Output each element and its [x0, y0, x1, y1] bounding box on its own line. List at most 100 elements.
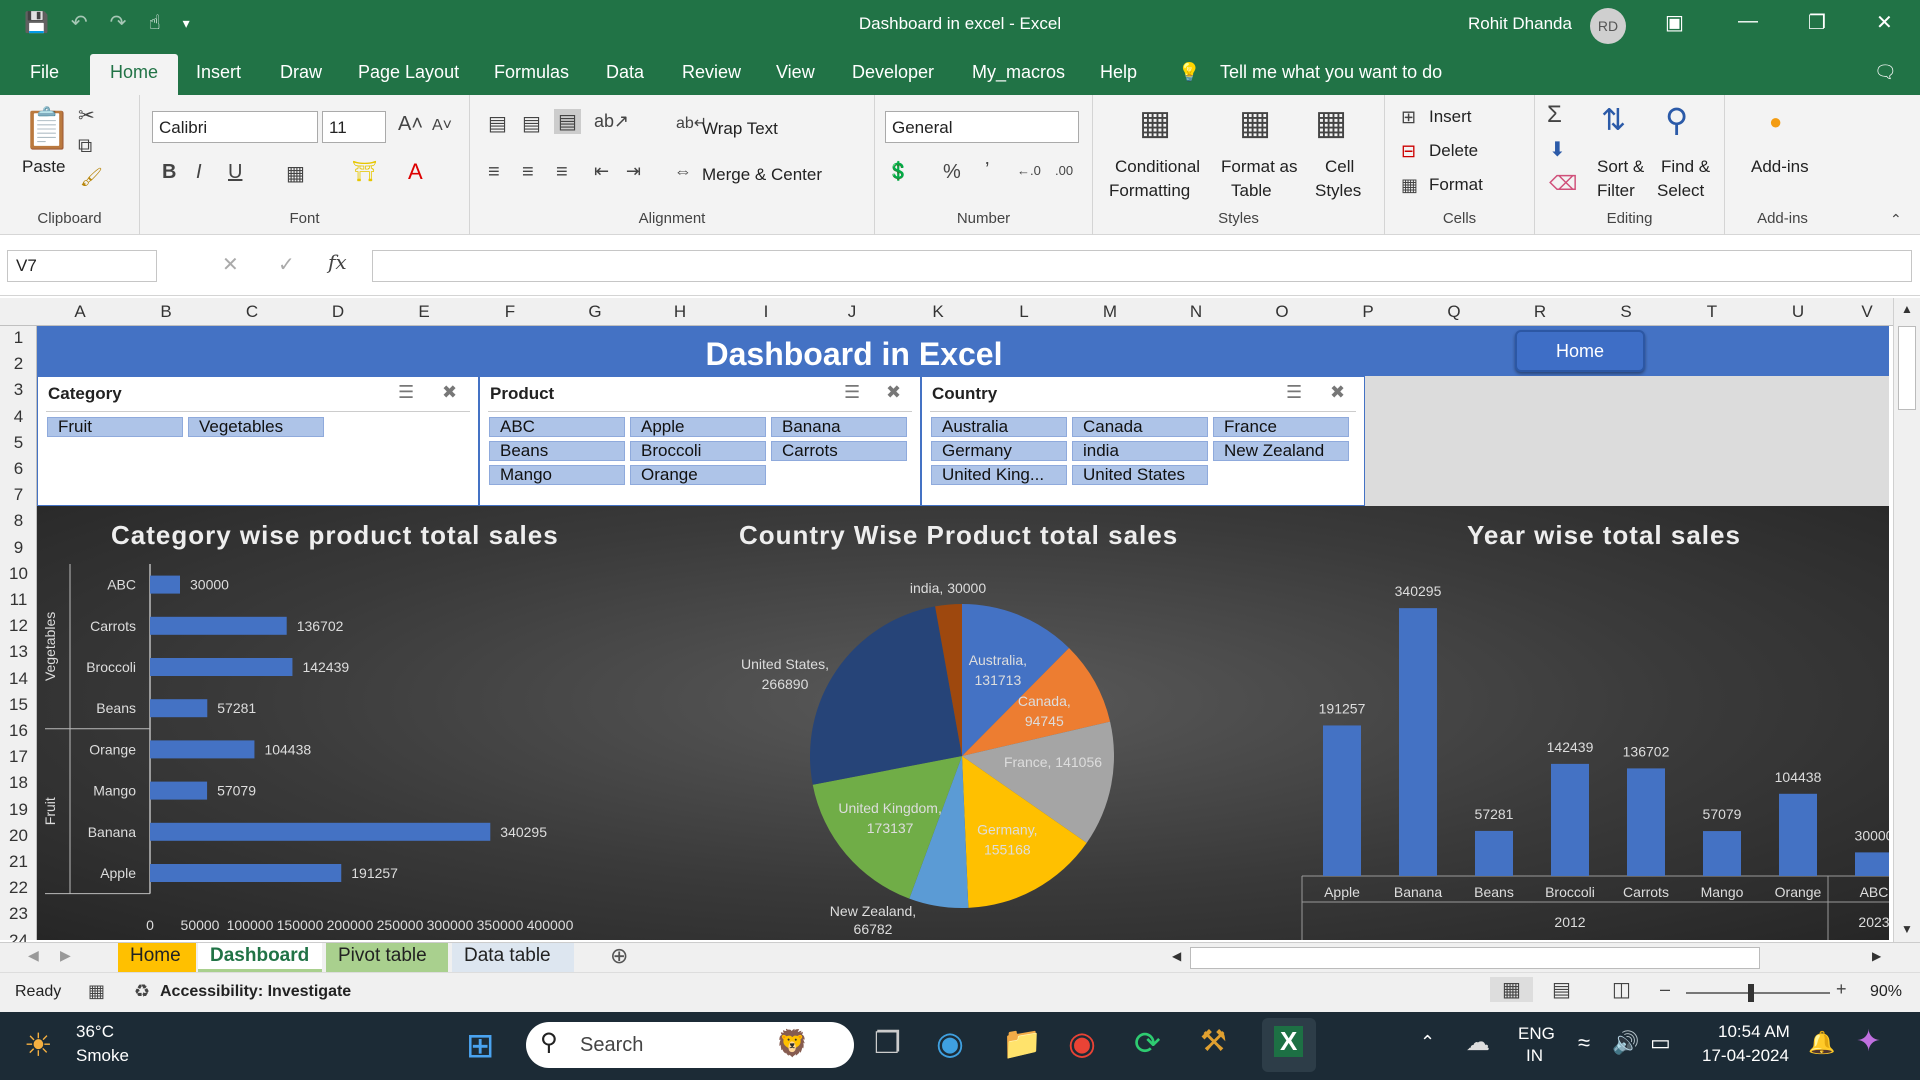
battery-icon[interactable]: ▭ [1650, 1030, 1671, 1056]
align-right-icon[interactable]: ≡ [556, 161, 568, 184]
decrease-decimal-icon[interactable]: .00 [1055, 163, 1073, 178]
sheet-tab-dashboard[interactable]: Dashboard [198, 943, 322, 972]
file-explorer-icon[interactable]: 📁 [1002, 1024, 1042, 1062]
row-header-16[interactable]: 16 [0, 721, 37, 741]
slicer-item[interactable]: New Zealand [1213, 441, 1349, 461]
wifi-icon[interactable]: ≈ [1578, 1030, 1590, 1056]
row-header-13[interactable]: 13 [0, 642, 37, 662]
cell-styles-button[interactable]: Cell [1325, 157, 1354, 177]
row-header-5[interactable]: 5 [0, 433, 37, 453]
paste-button[interactable]: Paste [22, 157, 65, 177]
tab-file[interactable]: File [30, 62, 59, 83]
normal-view-icon[interactable]: ▦ [1490, 977, 1533, 1002]
row-header-1[interactable]: 1 [0, 328, 37, 348]
row-header-17[interactable]: 17 [0, 747, 37, 767]
slicer-item[interactable]: Mango [489, 465, 625, 485]
format-as-table-button-line2[interactable]: Table [1231, 181, 1272, 201]
borders-icon[interactable]: ▦ [286, 161, 305, 186]
copilot-icon[interactable]: ✦ [1856, 1024, 1881, 1059]
slicer-item[interactable]: Germany [931, 441, 1067, 461]
delete-cells-button[interactable]: Delete [1429, 141, 1478, 161]
slicer-item[interactable]: ABC [489, 417, 625, 437]
increase-decimal-icon[interactable]: ←.0 [1017, 163, 1041, 178]
conditional-formatting-button[interactable]: Conditional [1115, 157, 1200, 177]
zoom-in-icon[interactable]: + [1836, 979, 1847, 1000]
slicer-item[interactable]: Beans [489, 441, 625, 461]
lang-eng[interactable]: ENG [1518, 1024, 1555, 1044]
font-color-icon[interactable]: A [408, 159, 423, 185]
slicer-item[interactable]: France [1213, 417, 1349, 437]
taskbar-search[interactable]: ⚲ Search 🦁 [526, 1022, 854, 1068]
column-header-o[interactable]: O [1239, 302, 1325, 322]
row-header-22[interactable]: 22 [0, 878, 37, 898]
font-size-dropdown[interactable]: 11 [322, 111, 386, 143]
slicer-item[interactable]: Apple [630, 417, 766, 437]
middle-align-icon[interactable]: ▤ [522, 111, 541, 136]
row-header-18[interactable]: 18 [0, 773, 37, 793]
column-header-u[interactable]: U [1755, 302, 1841, 322]
page-break-view-icon[interactable]: ◫ [1612, 977, 1631, 1002]
column-header-h[interactable]: H [637, 302, 723, 322]
format-as-table-icon[interactable]: ▦ [1239, 103, 1271, 143]
zoom-out-icon[interactable]: – [1660, 979, 1670, 1000]
refresh-app-icon[interactable]: ⟳ [1134, 1024, 1161, 1062]
slicer-item[interactable]: Banana [771, 417, 907, 437]
column-header-c[interactable]: C [209, 302, 295, 322]
tab-review[interactable]: Review [682, 62, 741, 83]
edge-icon[interactable]: ◉ [936, 1024, 964, 1062]
multi-select-icon[interactable]: ☰ [1286, 382, 1302, 403]
italic-icon[interactable]: I [196, 161, 202, 184]
sort-filter-icon[interactable]: ⇅ [1601, 103, 1626, 138]
autosum-icon[interactable]: Σ [1547, 101, 1562, 129]
avatar[interactable]: RD [1590, 8, 1626, 44]
row-header-9[interactable]: 9 [0, 538, 37, 558]
add-sheet-icon[interactable]: ⊕ [610, 943, 628, 969]
tab-my-macros[interactable]: My_macros [972, 62, 1065, 83]
tab-view[interactable]: View [776, 62, 815, 83]
column-header-e[interactable]: E [381, 302, 467, 322]
number-format-dropdown[interactable]: General [885, 111, 1079, 143]
windows-start-icon[interactable]: ⊞ [466, 1026, 495, 1066]
grow-font-icon[interactable]: A˄ [398, 113, 423, 136]
bold-icon[interactable]: B [162, 161, 176, 184]
increase-indent-icon[interactable]: ⇥ [626, 161, 641, 182]
sheet-tab-pivot-table[interactable]: Pivot table [326, 943, 448, 972]
restore-icon[interactable]: ❐ [1808, 10, 1826, 35]
clear-icon[interactable]: ⌫ [1549, 171, 1577, 196]
row-header-14[interactable]: 14 [0, 669, 37, 689]
decrease-indent-icon[interactable]: ⇤ [594, 161, 609, 182]
cell-styles-button-line2[interactable]: Styles [1315, 181, 1361, 201]
lang-in[interactable]: IN [1526, 1046, 1543, 1066]
row-header-2[interactable]: 2 [0, 354, 37, 374]
scroll-down-icon[interactable]: ▼ [1901, 922, 1913, 936]
row-header-23[interactable]: 23 [0, 904, 37, 924]
task-view-icon[interactable]: ❐ [874, 1026, 901, 1061]
clear-filter-icon[interactable]: ✖ [442, 382, 457, 403]
copy-icon[interactable]: ⧉ [78, 135, 92, 158]
sort-filter-button-line2[interactable]: Filter [1597, 181, 1635, 201]
slicer-item[interactable]: Australia [931, 417, 1067, 437]
row-header-4[interactable]: 4 [0, 407, 37, 427]
merge-center-button[interactable]: Merge & Center [702, 165, 822, 185]
tab-draw[interactable]: Draw [280, 62, 322, 83]
zoom-slider[interactable] [1686, 992, 1830, 994]
collapse-ribbon-icon[interactable]: ⌃ [1890, 211, 1902, 228]
conditional-formatting-icon[interactable]: ▦ [1139, 103, 1171, 143]
tab-developer[interactable]: Developer [852, 62, 934, 83]
font-name-dropdown[interactable]: Calibri [152, 111, 318, 143]
slicer-item[interactable]: Vegetables [188, 417, 324, 437]
scroll-up-icon[interactable]: ▲ [1901, 302, 1913, 316]
row-header-6[interactable]: 6 [0, 459, 37, 479]
hscroll-right-icon[interactable]: ▶ [1872, 949, 1881, 963]
comma-icon[interactable]: ’ [985, 159, 989, 182]
tab-home[interactable]: Home [90, 54, 179, 95]
column-header-j[interactable]: J [809, 302, 895, 322]
home-button[interactable]: Home [1515, 330, 1645, 372]
cut-icon[interactable]: ✂ [78, 103, 95, 128]
tab-page-layout[interactable]: Page Layout [358, 62, 459, 83]
clear-filter-icon[interactable]: ✖ [1330, 382, 1345, 403]
column-header-n[interactable]: N [1153, 302, 1239, 322]
tell-me-search[interactable]: Tell me what you want to do [1220, 62, 1442, 83]
comments-icon[interactable]: 🗨 [1874, 62, 1897, 83]
weather-icon[interactable]: ☀ [24, 1026, 53, 1064]
